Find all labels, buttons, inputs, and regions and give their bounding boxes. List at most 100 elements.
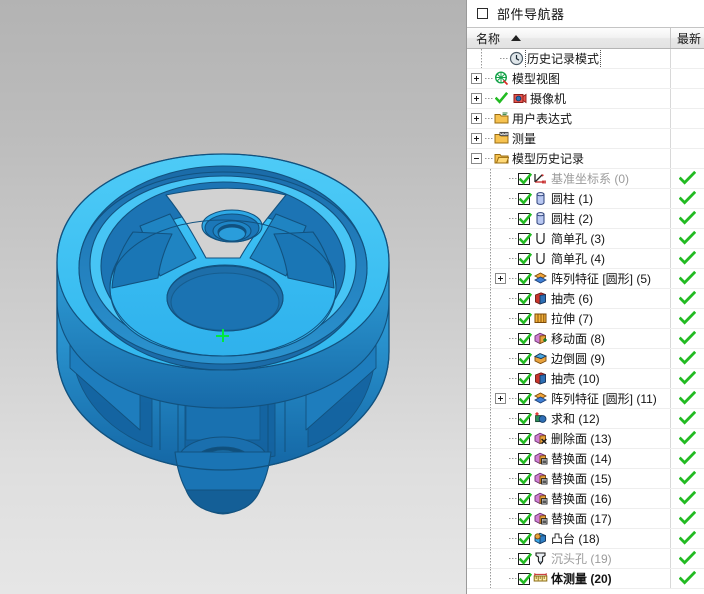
tree-row[interactable]: 凸台 (18) — [467, 529, 704, 549]
tree-row-name-cell[interactable]: 模型视图 — [467, 69, 671, 88]
tree-row[interactable]: 抽壳 (10) — [467, 369, 704, 389]
tree-row-name-cell[interactable]: 圆柱 (1) — [467, 189, 671, 208]
expand-plus-icon[interactable] — [495, 393, 506, 404]
tree-row[interactable]: 拉伸 (7) — [467, 309, 704, 329]
tree-row-name-cell[interactable]: 简单孔 (3) — [467, 229, 671, 248]
tree-row-name-cell[interactable]: 用户表达式 — [467, 109, 671, 128]
tree-row-name-cell[interactable]: 替换面 (16) — [467, 489, 671, 508]
tree-row-name-cell[interactable]: 边倒圆 (9) — [467, 349, 671, 368]
tree-row[interactable]: 阵列特征 [圆形] (5) — [467, 269, 704, 289]
tree-row-name-cell[interactable]: 求和 (12) — [467, 409, 671, 428]
feature-suppress-checkbox[interactable] — [518, 252, 532, 265]
cylinder-icon — [533, 211, 548, 226]
tree-row[interactable]: 模型视图 — [467, 69, 704, 89]
tree-row-name-cell[interactable]: 移动面 (8) — [467, 329, 671, 348]
tree-row-name-cell[interactable]: 删除面 (13) — [467, 429, 671, 448]
tree-row[interactable]: 替换面 (16) — [467, 489, 704, 509]
tree-guide-line — [485, 329, 495, 348]
tree-row[interactable]: 简单孔 (4) — [467, 249, 704, 269]
feature-suppress-checkbox[interactable] — [518, 532, 532, 545]
feature-suppress-checkbox[interactable] — [518, 232, 532, 245]
tree-row-status-cell — [671, 569, 704, 588]
tree-row[interactable]: 历史记录模式 — [467, 49, 704, 69]
tree-guide-line — [485, 349, 495, 368]
tree-row[interactable]: 模型历史记录 — [467, 149, 704, 169]
tree-row-name-cell[interactable]: 圆柱 (2) — [467, 209, 671, 228]
tree-row-name-cell[interactable]: 简单孔 (4) — [467, 249, 671, 268]
feature-suppress-checkbox[interactable] — [518, 212, 532, 225]
feature-suppress-checkbox[interactable] — [518, 172, 532, 185]
tree-row[interactable]: 阵列特征 [圆形] (11) — [467, 389, 704, 409]
expand-plus-icon[interactable] — [471, 93, 482, 104]
tree-row-name-cell[interactable]: 替换面 (15) — [467, 469, 671, 488]
tree-row[interactable]: 体测量 (20) — [467, 569, 704, 589]
tree-row-name-cell[interactable]: 阵列特征 [圆形] (11) — [467, 389, 671, 408]
expand-plus-icon[interactable] — [495, 273, 506, 284]
feature-suppress-checkbox[interactable] — [518, 372, 532, 385]
tree-row[interactable]: 替换面 (14) — [467, 449, 704, 469]
column-header-name[interactable]: 名称 — [467, 28, 671, 48]
tree-row[interactable]: 用户表达式 — [467, 109, 704, 129]
tree-guide-line — [485, 409, 495, 428]
tree-row[interactable]: 替换面 (17) — [467, 509, 704, 529]
tree-row-name-cell[interactable]: 替换面 (14) — [467, 449, 671, 468]
up-to-date-check-icon — [679, 351, 696, 366]
tree-row-name-cell[interactable]: 历史记录模式 — [467, 49, 671, 68]
tree-row-status-cell — [671, 549, 704, 568]
expand-plus-icon[interactable] — [471, 113, 482, 124]
feature-suppress-checkbox[interactable] — [518, 472, 532, 485]
feature-suppress-checkbox[interactable] — [518, 552, 532, 565]
tree-row-name-cell[interactable]: 抽壳 (6) — [467, 289, 671, 308]
feature-suppress-checkbox[interactable] — [518, 392, 532, 405]
tree-row[interactable]: 替换面 (15) — [467, 469, 704, 489]
feature-suppress-checkbox[interactable] — [518, 332, 532, 345]
tree-row[interactable]: 抽壳 (6) — [467, 289, 704, 309]
delete-face-icon — [533, 431, 548, 446]
tree-row[interactable]: 沉头孔 (19) — [467, 549, 704, 569]
expand-plus-icon[interactable] — [471, 133, 482, 144]
column-header-status[interactable]: 最新 — [671, 30, 701, 47]
feature-suppress-checkbox[interactable] — [518, 432, 532, 445]
tree-row-name-cell[interactable]: 摄像机 — [467, 89, 671, 108]
tree-row-name-cell[interactable]: 沉头孔 (19) — [467, 549, 671, 568]
tree-row[interactable]: 测量 — [467, 129, 704, 149]
tree-row-label: 替换面 (16) — [551, 492, 612, 506]
tree-row-name-cell[interactable]: 抽壳 (10) — [467, 369, 671, 388]
tree-row-name-cell[interactable]: 阵列特征 [圆形] (5) — [467, 269, 671, 288]
expand-plus-icon[interactable] — [471, 73, 482, 84]
navigator-checkbox[interactable] — [477, 8, 488, 19]
tree-row-name-cell[interactable]: 模型历史记录 — [467, 149, 671, 168]
tree-row[interactable]: 求和 (12) — [467, 409, 704, 429]
feature-suppress-checkbox[interactable] — [518, 572, 532, 585]
tree-row[interactable]: 移动面 (8) — [467, 329, 704, 349]
tree-row-name-cell[interactable]: 基准坐标系 (0) — [467, 169, 671, 188]
tree-row-status-cell — [671, 309, 704, 328]
tree-row[interactable]: 边倒圆 (9) — [467, 349, 704, 369]
tree-row[interactable]: 圆柱 (2) — [467, 209, 704, 229]
feature-suppress-checkbox[interactable] — [518, 192, 532, 205]
tree-row[interactable]: 删除面 (13) — [467, 429, 704, 449]
feature-tree[interactable]: 历史记录模式 模型视图 摄像机 用户表达式 测量 模型历史记录 基准坐标系 (0) 圆柱 (1… — [467, 49, 704, 594]
feature-suppress-checkbox[interactable] — [518, 452, 532, 465]
tree-row[interactable]: 圆柱 (1) — [467, 189, 704, 209]
tree-row[interactable]: 简单孔 (3) — [467, 229, 704, 249]
tree-row-name-cell[interactable]: 拉伸 (7) — [467, 309, 671, 328]
feature-suppress-checkbox[interactable] — [518, 292, 532, 305]
tree-row-name-cell[interactable]: 凸台 (18) — [467, 529, 671, 548]
simple-hole-icon — [533, 251, 548, 266]
feature-suppress-checkbox[interactable] — [518, 492, 532, 505]
tree-row-name-cell[interactable]: 测量 — [467, 129, 671, 148]
feature-suppress-checkbox[interactable] — [518, 272, 532, 285]
sort-ascending-icon[interactable] — [511, 35, 522, 41]
tree-row-name-cell[interactable]: 体测量 (20) — [467, 569, 671, 588]
feature-suppress-checkbox[interactable] — [518, 312, 532, 325]
tree-row-status-cell — [671, 209, 704, 228]
collapse-minus-icon[interactable] — [471, 153, 482, 164]
tree-row[interactable]: 摄像机 — [467, 89, 704, 109]
feature-suppress-checkbox[interactable] — [518, 352, 532, 365]
feature-suppress-checkbox[interactable] — [518, 512, 532, 525]
tree-row[interactable]: 基准坐标系 (0) — [467, 169, 704, 189]
3d-model-viewport[interactable] — [0, 0, 466, 594]
tree-row-name-cell[interactable]: 替换面 (17) — [467, 509, 671, 528]
feature-suppress-checkbox[interactable] — [518, 412, 532, 425]
